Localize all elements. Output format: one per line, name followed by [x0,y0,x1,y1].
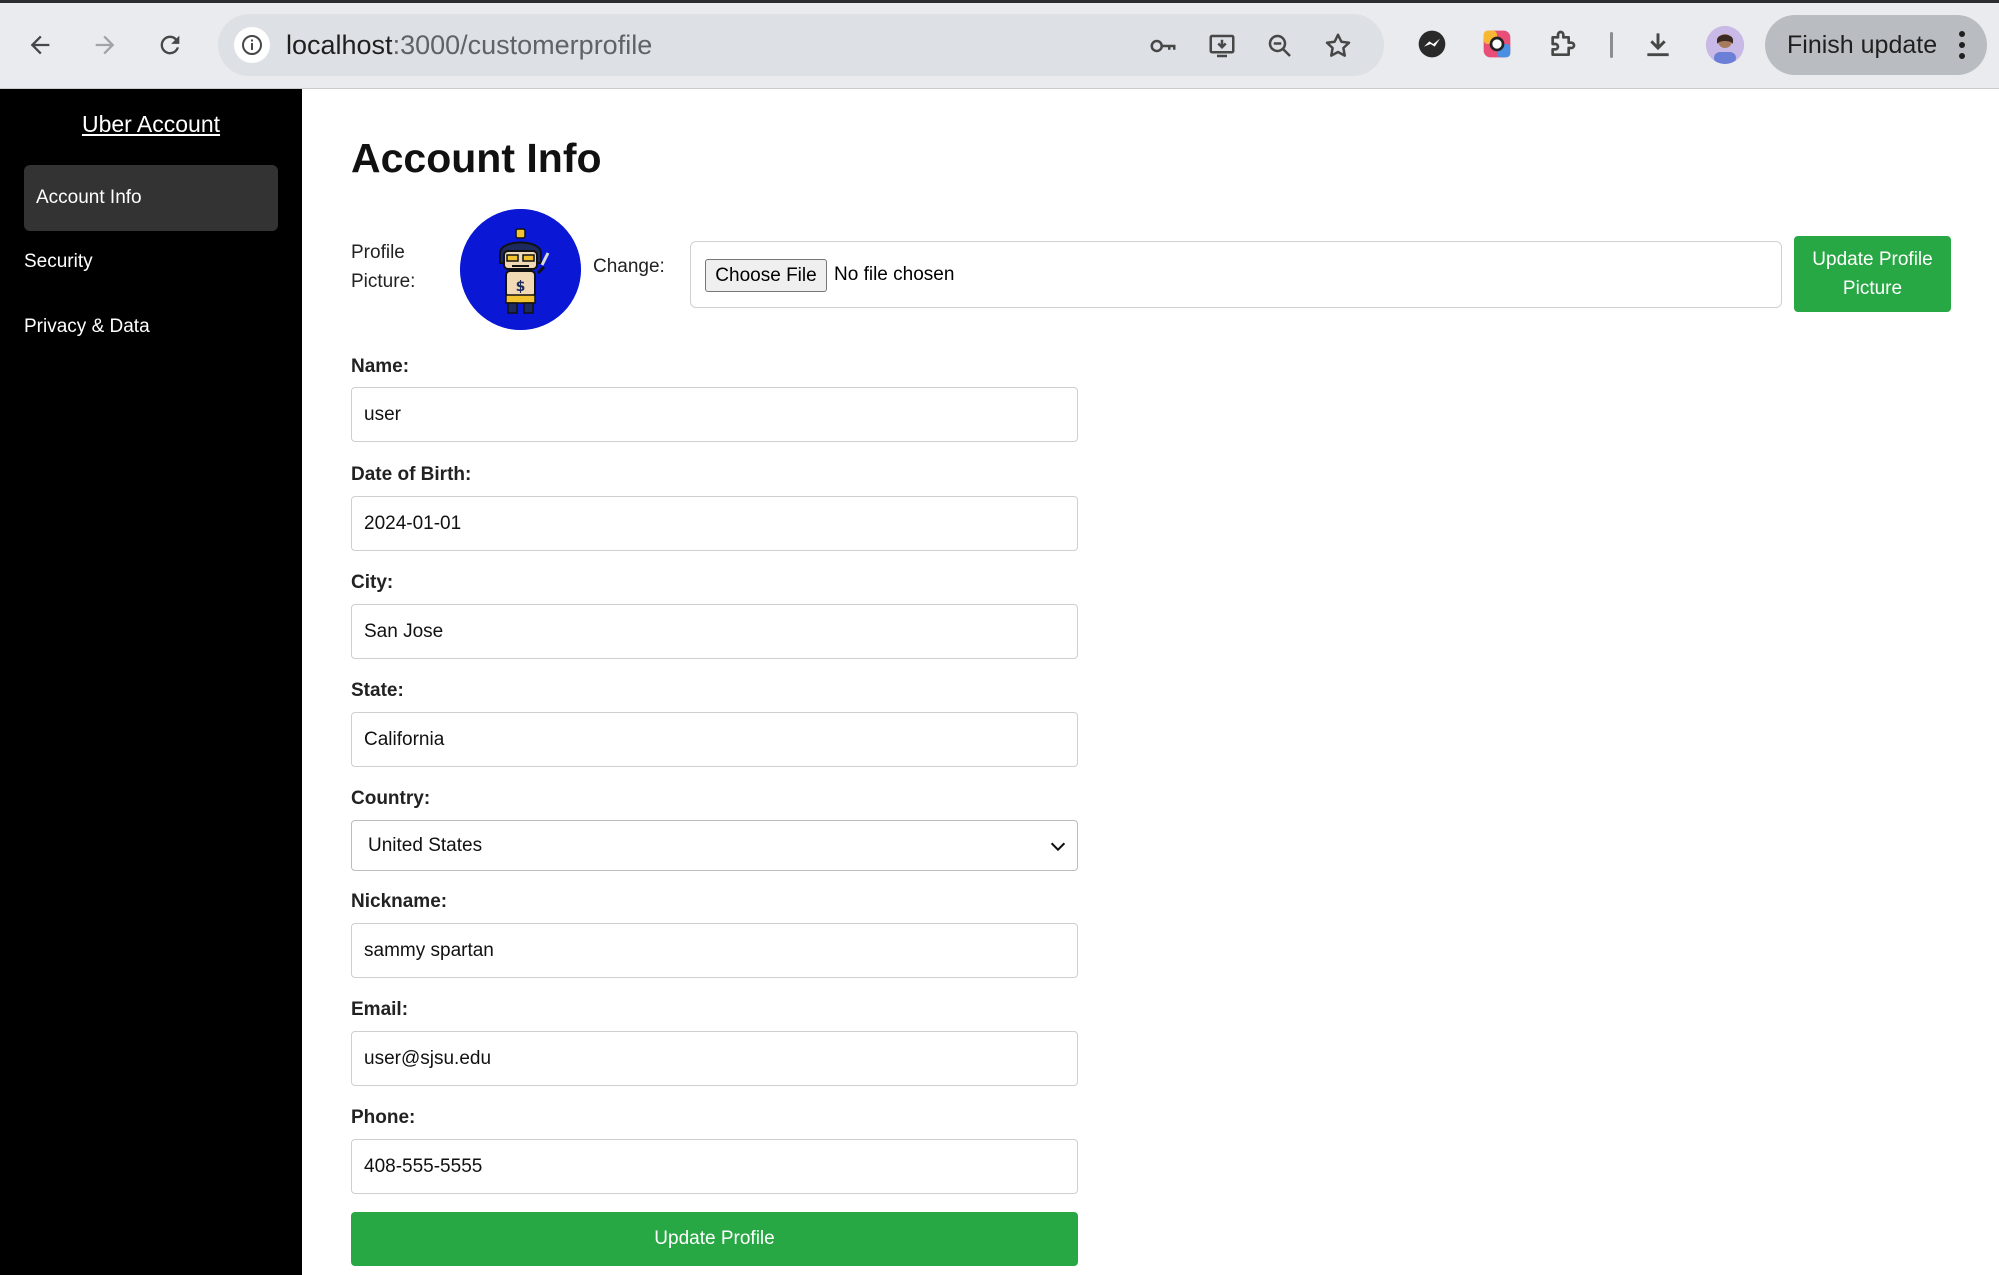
nickname-label: Nickname: [351,891,448,912]
change-picture-label: Change: [593,256,665,277]
phone-label: Phone: [351,1107,416,1128]
back-arrow-icon[interactable] [20,25,60,65]
finish-update-button[interactable]: Finish update [1765,15,1987,75]
state-field[interactable]: California [351,712,1078,767]
city-field[interactable]: San Jose [351,604,1078,659]
tab-strip-edge [0,0,1999,3]
download-icon[interactable] [1640,26,1676,62]
dob-label: Date of Birth: [351,464,472,485]
chevron-down-icon [1050,842,1066,852]
update-profile-picture-button[interactable]: Update Profile Picture [1794,236,1951,312]
messenger-icon[interactable] [1414,26,1450,62]
sidebar-title-link[interactable]: Uber Account [0,111,302,138]
extensions-puzzle-icon[interactable] [1544,26,1580,62]
profile-avatar[interactable] [1706,26,1744,64]
more-menu-icon[interactable] [1959,31,1965,59]
profile-picture: $ [460,209,581,330]
toolbar-divider [1610,32,1613,58]
no-file-chosen-text: No file chosen [834,264,955,285]
email-field[interactable]: user@sjsu.edu [351,1031,1078,1086]
site-info-icon[interactable] [234,27,270,63]
nickname-field[interactable]: sammy spartan [351,923,1078,978]
zoom-icon[interactable] [1263,29,1297,63]
url-host: localhost [286,30,393,60]
color-extension-icon[interactable] [1479,26,1515,62]
file-input[interactable]: Choose File No file chosen [690,241,1782,308]
forward-arrow-icon[interactable] [85,25,125,65]
finish-update-label: Finish update [1787,30,1938,59]
email-label: Email: [351,999,409,1020]
choose-file-button[interactable]: Choose File [705,259,827,292]
profile-picture-label: Profile Picture: [351,242,416,292]
reload-icon[interactable] [150,25,190,65]
name-label: Name: [351,356,410,377]
address-bar[interactable]: localhost:3000/customerprofile [218,14,1384,76]
browser-toolbar: localhost:3000/customerprofile Finish up… [0,0,1999,89]
bookmark-star-icon[interactable] [1321,29,1355,63]
state-label: State: [351,680,404,701]
sidebar-item-account-info[interactable]: Account Info [24,165,278,231]
dob-field[interactable]: 2024-01-01 [351,496,1078,551]
url-path: :3000/customerprofile [392,30,653,60]
page-title: Account Info [351,135,602,181]
main-content: Account Info Profile Picture: $ Change: … [302,89,1999,1275]
city-label: City: [351,572,394,593]
install-app-icon[interactable] [1205,29,1239,63]
svg-text:$: $ [516,279,526,295]
country-select[interactable]: United States [351,820,1078,871]
country-label: Country: [351,788,431,809]
country-selected-value: United States [368,834,483,856]
spartan-mascot-icon: $ [460,209,581,330]
phone-field[interactable]: 408-555-5555 [351,1139,1078,1194]
key-icon[interactable] [1146,29,1180,63]
url-text[interactable]: localhost:3000/customerprofile [286,30,652,61]
name-field[interactable]: user [351,387,1078,442]
sidebar-item-privacy-data[interactable]: Privacy & Data [24,294,278,360]
update-profile-button[interactable]: Update Profile [351,1212,1078,1266]
sidebar-item-security[interactable]: Security [24,229,278,295]
sidebar: Uber Account Account Info Security Priva… [0,89,302,1275]
